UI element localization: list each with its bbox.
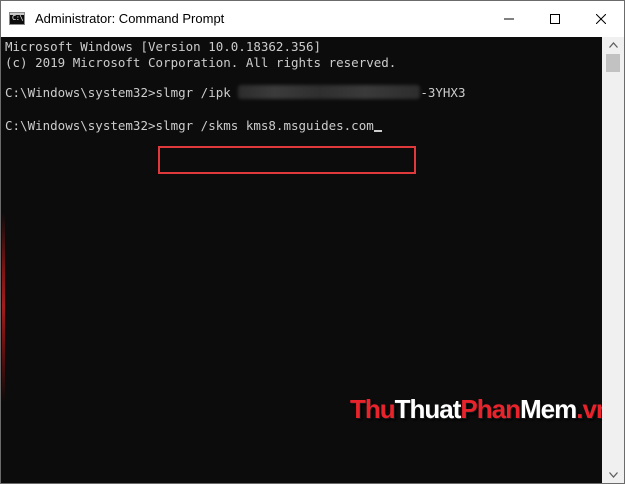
skms-command: slmgr /skms kms8.msguides.com: [155, 118, 374, 133]
maximize-icon: [550, 14, 560, 24]
scrollbar-thumb[interactable]: [606, 54, 620, 72]
title-bar[interactable]: C:\ Administrator: Command Prompt: [1, 1, 624, 37]
watermark-part: Thu: [350, 394, 396, 424]
ipk-command: slmgr /ipk: [155, 85, 239, 100]
prompt: C:\Windows\system32>: [5, 85, 156, 100]
ipk-command-line: C:\Windows\system32>slmgr /ipk -3YHX3: [5, 84, 465, 101]
watermark-part: Mem: [520, 394, 577, 424]
command-prompt-window: C:\ Administrator: Command Prompt Micros…: [0, 0, 625, 484]
window-title: Administrator: Command Prompt: [35, 11, 225, 26]
prompt: C:\Windows\system32>: [5, 118, 156, 133]
background-glow: [2, 212, 5, 402]
chevron-down-icon: [608, 472, 618, 478]
minimize-icon: [504, 18, 514, 20]
version-line: Microsoft Windows [Version 10.0.18362.35…: [5, 39, 322, 54]
close-icon: [596, 14, 606, 24]
scroll-down-button[interactable]: [602, 467, 624, 483]
watermark-logo: ThuThuatPhanMem.vn: [350, 394, 612, 425]
cmd-icon-text: C:\: [12, 14, 24, 22]
copyright-line: (c) 2019 Microsoft Corporation. All righ…: [5, 55, 397, 70]
console-output[interactable]: Microsoft Windows [Version 10.0.18362.35…: [2, 37, 612, 483]
product-key-suffix: -3YHX3: [420, 85, 466, 100]
minimize-button[interactable]: [486, 1, 532, 37]
cmd-icon[interactable]: C:\: [9, 12, 25, 25]
close-button[interactable]: [578, 1, 624, 37]
command-highlight-box: [158, 146, 416, 174]
skms-command-line: C:\Windows\system32>slmgr /skms kms8.msg…: [5, 117, 382, 134]
chevron-up-icon: [608, 42, 618, 48]
text-cursor: [373, 130, 382, 132]
maximize-button[interactable]: [532, 1, 578, 37]
redacted-product-key: [238, 85, 421, 99]
scroll-up-button[interactable]: [602, 37, 624, 53]
watermark-part: Thuat: [394, 394, 462, 424]
watermark-part: Phan: [460, 394, 521, 424]
vertical-scrollbar[interactable]: [602, 37, 624, 483]
